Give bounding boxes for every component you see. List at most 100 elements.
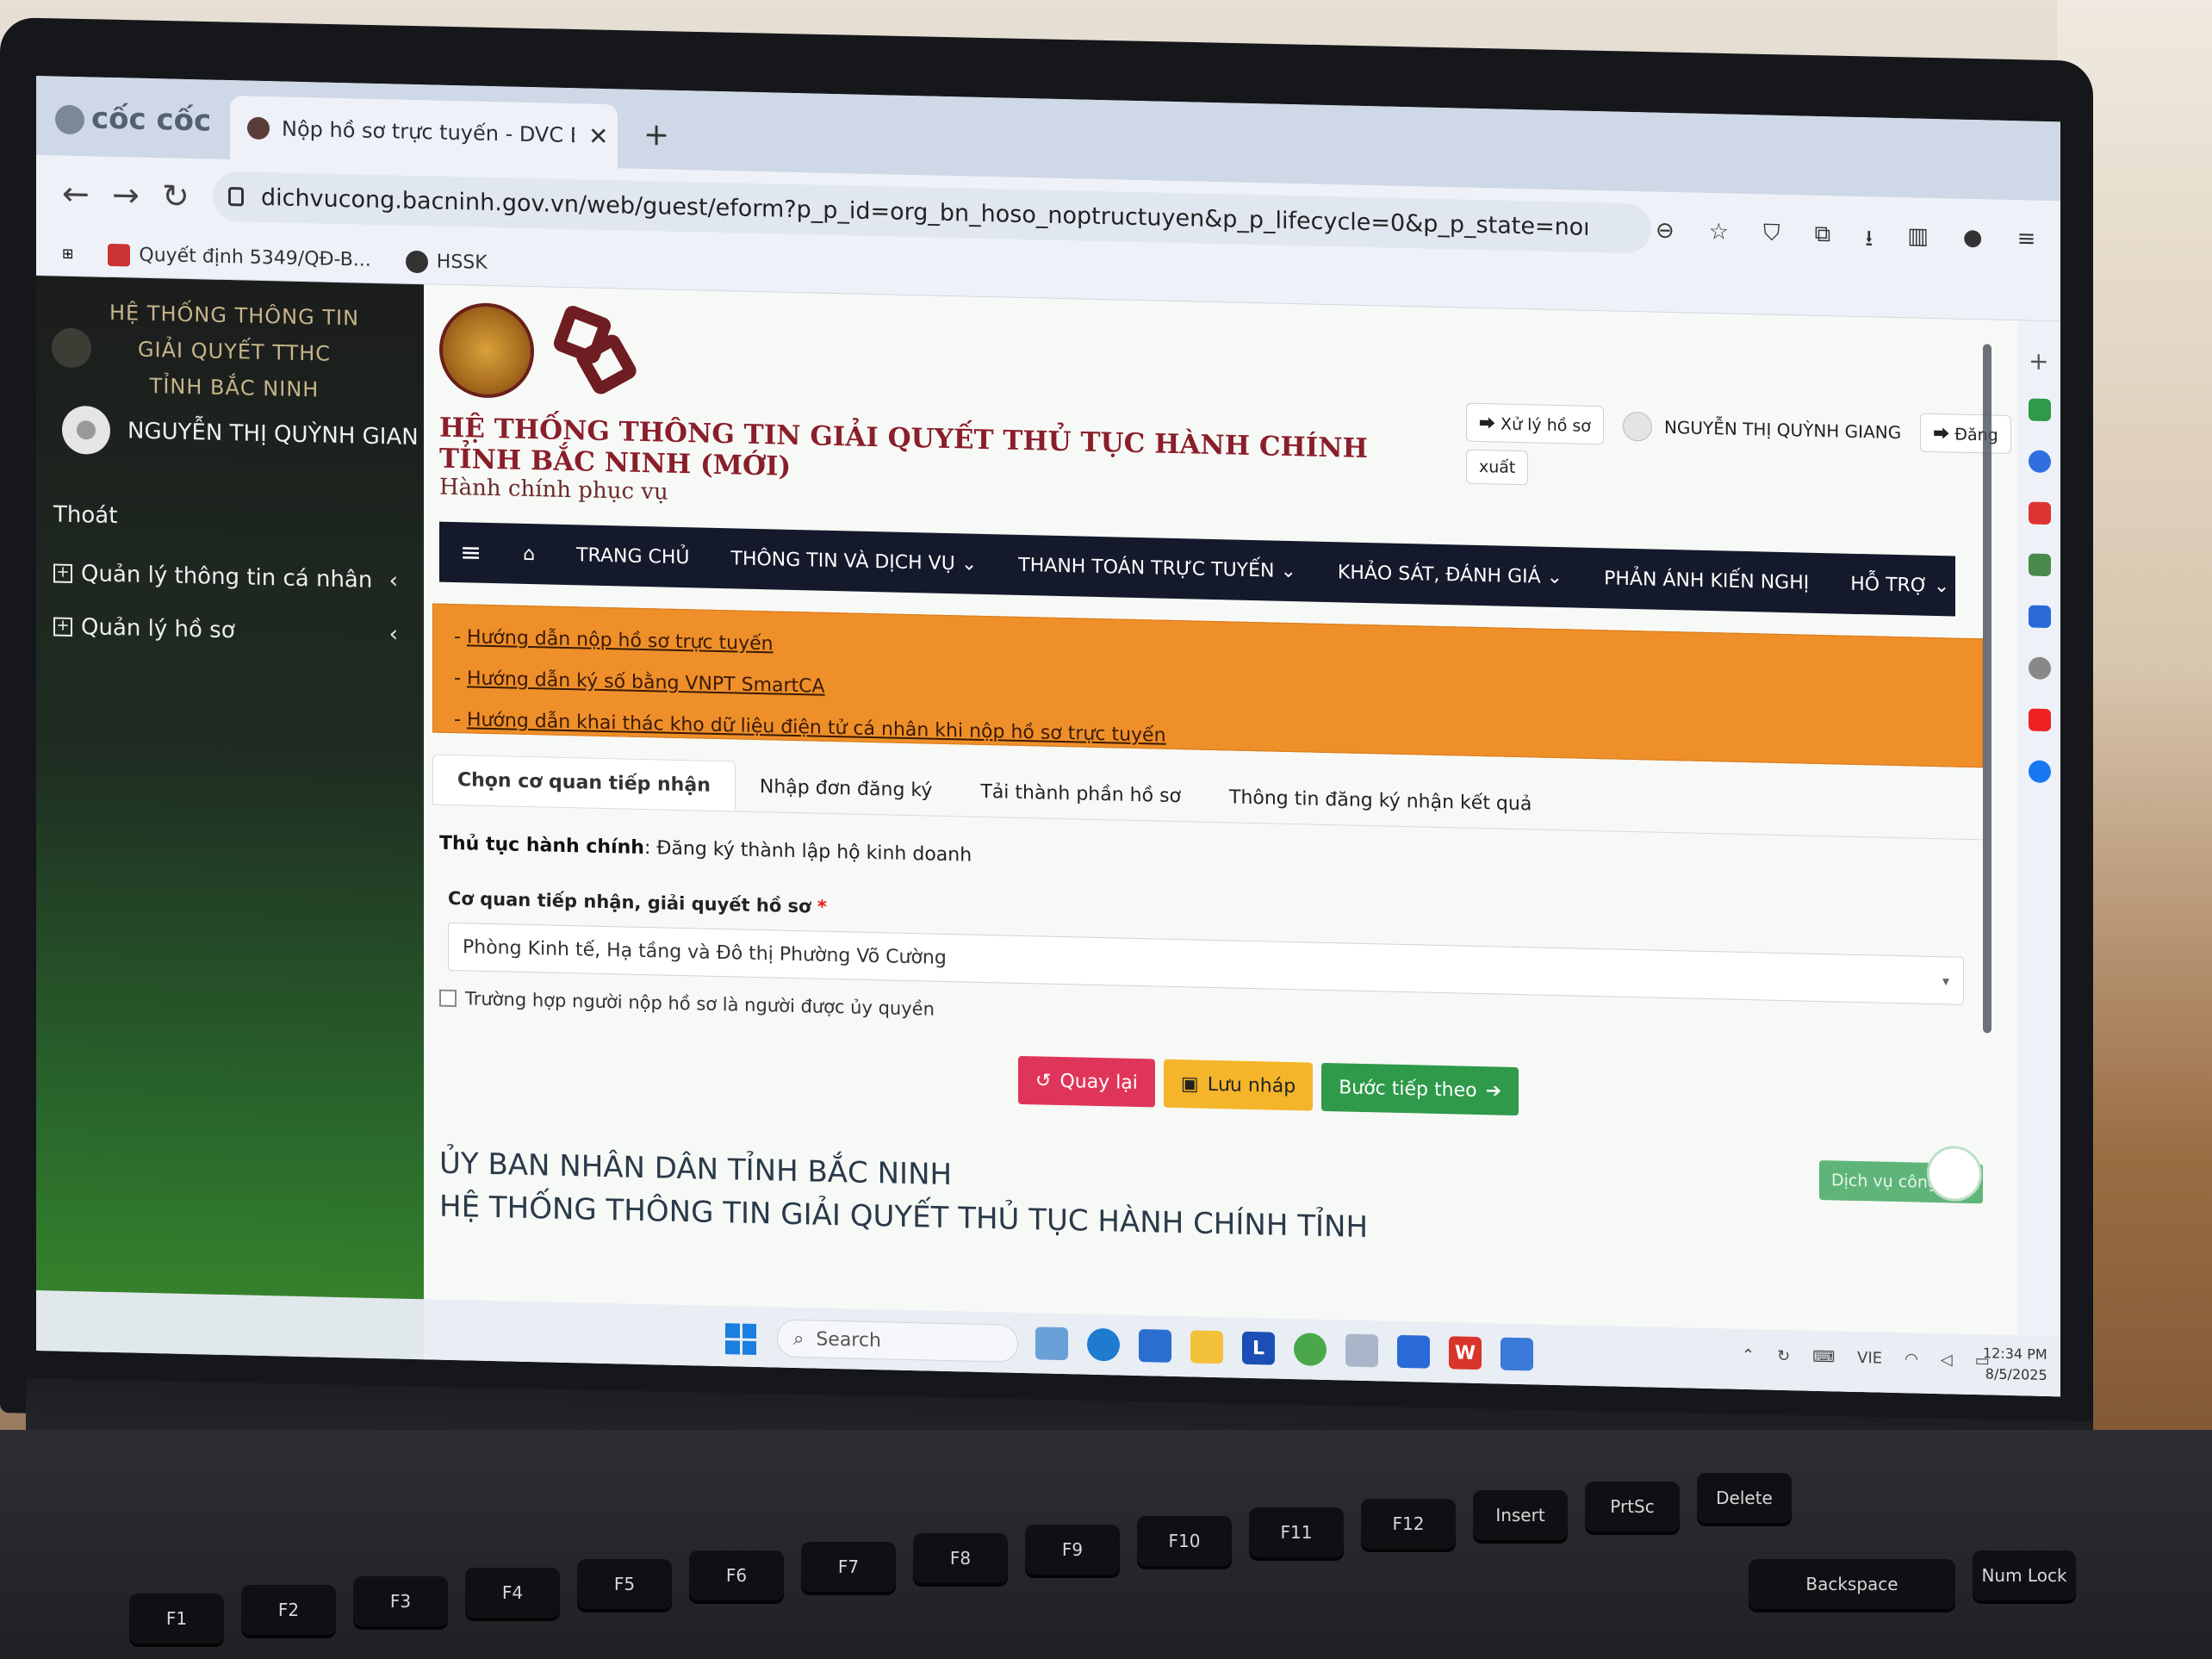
proxy-checkbox[interactable] bbox=[439, 989, 457, 1008]
header-user[interactable]: NGUYỄN THỊ QUỲNH GIANG bbox=[1622, 411, 1901, 446]
sync-icon[interactable]: ↻ bbox=[1777, 1347, 1790, 1365]
page-scrollbar[interactable] bbox=[1983, 344, 1991, 1034]
tab-close-icon[interactable]: ✕ bbox=[588, 121, 608, 151]
nav-feedback[interactable]: PHẢN ÁNH KIẾN NGHỊ bbox=[1604, 568, 1809, 593]
calendar-app-icon[interactable] bbox=[1501, 1337, 1533, 1371]
lock-icon[interactable] bbox=[228, 187, 244, 207]
taskbar-clock[interactable]: 12:34 PM 8/5/2025 bbox=[1983, 1343, 2047, 1386]
key-backspace: Backspace bbox=[1749, 1559, 1955, 1609]
apps-grid-icon[interactable]: ⊞ bbox=[62, 245, 73, 262]
bookmark-star-icon[interactable]: ☆ bbox=[1709, 219, 1729, 258]
chevron-down-icon: ⌄ bbox=[1540, 566, 1563, 588]
process-dossier-button[interactable]: ⮕ Xử lý hồ sơ bbox=[1466, 402, 1604, 445]
nav-info-services[interactable]: THÔNG TIN VÀ DỊCH VỤ ⌄ bbox=[731, 548, 978, 575]
wifi-icon[interactable]: ◠ bbox=[1904, 1350, 1918, 1368]
new-tab-button[interactable]: + bbox=[643, 117, 669, 153]
shield-icon[interactable]: ⛉ bbox=[1763, 221, 1780, 258]
messenger-icon[interactable] bbox=[2029, 450, 2051, 474]
agency-field-label: Cơ quan tiếp nhận, giải quyết hồ sơ * bbox=[448, 888, 827, 917]
tab-result-delivery[interactable]: Thông tin đăng ký nhận kết quả bbox=[1205, 772, 1556, 830]
edge-icon[interactable] bbox=[1087, 1327, 1120, 1362]
next-step-button[interactable]: Bước tiếp theo ➔ bbox=[1321, 1062, 1519, 1116]
extensions-icon[interactable]: ⧉ bbox=[1815, 221, 1831, 259]
zoom-icon[interactable]: ⊖ bbox=[1656, 218, 1675, 256]
proxy-checkbox-row[interactable]: Trường hợp người nộp hồ sơ là người được… bbox=[439, 988, 935, 1020]
zalo-icon[interactable] bbox=[1397, 1334, 1430, 1369]
key-f12: F12 bbox=[1361, 1499, 1456, 1549]
language-indicator[interactable]: VIE bbox=[1857, 1349, 1882, 1368]
undo-icon: ↺ bbox=[1035, 1069, 1052, 1092]
menu-icon[interactable]: ≡ bbox=[2017, 226, 2036, 264]
forward-arrow-icon[interactable]: → bbox=[112, 176, 140, 214]
main-nav: ≡ ⌂ TRANG CHỦ THÔNG TIN VÀ DỊCH VỤ ⌄ THA… bbox=[439, 521, 1955, 617]
taskbar-search-label: Search bbox=[816, 1328, 881, 1351]
chatbot-icon[interactable] bbox=[1927, 1145, 1982, 1202]
facebook-icon[interactable] bbox=[2029, 760, 2051, 784]
nav-survey[interactable]: KHẢO SÁT, ĐÁNH GIÁ ⌄ bbox=[1338, 562, 1563, 588]
save-draft-label: Lưu nháp bbox=[1207, 1073, 1296, 1097]
sidebar-item-personal-info[interactable]: + Quản lý thông tin cá nhân ‹ bbox=[53, 560, 398, 594]
github-icon bbox=[405, 250, 428, 273]
bookmark-label: HSSK bbox=[436, 251, 488, 274]
guide-link-data-store[interactable]: Hướng dẫn khai thác kho dữ liệu điện tử … bbox=[467, 709, 1166, 746]
back-arrow-icon[interactable]: ← bbox=[62, 175, 90, 214]
web-page: HỆ THỐNG THÔNG TIN GIẢI QUYẾT TTHC TỈNH … bbox=[36, 276, 2060, 1397]
widgets-icon[interactable] bbox=[1035, 1327, 1068, 1361]
file-explorer-icon[interactable] bbox=[1190, 1330, 1223, 1364]
nav-home[interactable]: TRANG CHỦ bbox=[576, 544, 689, 569]
tab-choose-agency[interactable]: Chọn cơ quan tiếp nhận bbox=[432, 754, 736, 811]
chevron-left-icon: ‹ bbox=[388, 621, 398, 648]
logout-button-wrap[interactable]: xuất bbox=[1466, 449, 1529, 486]
taskbar-search[interactable]: ⌕ Search bbox=[777, 1319, 1018, 1363]
profile-avatar-icon[interactable]: ● bbox=[1963, 225, 1983, 264]
download-icon[interactable]: ⭳ bbox=[1865, 222, 1873, 260]
hamburger-icon[interactable]: ≡ bbox=[460, 537, 482, 569]
coccoc-taskbar-icon[interactable] bbox=[1294, 1333, 1327, 1366]
chevron-left-icon: ‹ bbox=[388, 568, 398, 594]
sidebar-user[interactable]: NGUYỄN THỊ QUỲNH GIAN bbox=[62, 405, 419, 462]
add-icon[interactable]: + bbox=[2029, 346, 2051, 376]
browser-tab-active[interactable]: Nộp hồ sơ trực tuyến - DVC B ✕ bbox=[230, 96, 618, 169]
game-icon[interactable] bbox=[2029, 553, 2051, 577]
youtube-icon[interactable] bbox=[2029, 708, 2051, 732]
sidebar-logout-link[interactable]: Thoát bbox=[53, 501, 398, 535]
home-icon[interactable]: ⌂ bbox=[523, 543, 535, 564]
translate-icon[interactable] bbox=[2029, 605, 2051, 629]
save-draft-button[interactable]: ▣ Lưu nháp bbox=[1163, 1059, 1314, 1111]
procedure-info: Thủ tục hành chính: Đăng ký thành lập hộ… bbox=[439, 833, 972, 867]
bookmark-item[interactable]: HSSK bbox=[405, 250, 488, 274]
chatgpt-icon[interactable] bbox=[2029, 656, 2051, 680]
mail-icon[interactable] bbox=[2029, 501, 2051, 525]
agency-select-value: Phòng Kinh tế, Hạ tầng và Đô thị Phường … bbox=[463, 935, 947, 969]
back-button[interactable]: ↺ Quay lại bbox=[1018, 1055, 1155, 1108]
split-view-icon[interactable]: ▥ bbox=[1907, 223, 1929, 262]
province-logo bbox=[439, 301, 534, 400]
key-f11: F11 bbox=[1249, 1507, 1344, 1557]
nav-online-payment[interactable]: THANH TOÁN TRỰC TUYẾN ⌄ bbox=[1018, 554, 1296, 581]
app-icon[interactable] bbox=[1345, 1333, 1378, 1368]
guide-link-smartca[interactable]: Hướng dẫn ký số bằng VNPT SmartCA bbox=[467, 668, 825, 697]
guide-link-submit[interactable]: Hướng dẫn nộp hồ sơ trực tuyến bbox=[467, 626, 774, 655]
logout-button[interactable]: ⮕ Đăng bbox=[1920, 413, 2011, 455]
lark-icon[interactable]: L bbox=[1242, 1331, 1275, 1365]
bookmark-item[interactable]: Quyết định 5349/QĐ-B... bbox=[108, 243, 371, 271]
windows-start-icon[interactable] bbox=[725, 1323, 756, 1355]
volume-icon[interactable]: ◁ bbox=[1941, 1351, 1953, 1369]
keyboard-icon[interactable]: ⌨ bbox=[1812, 1348, 1835, 1367]
floppy-disk-icon: ▣ bbox=[1180, 1072, 1199, 1096]
ai-icon[interactable] bbox=[2029, 398, 2051, 422]
chevron-up-icon[interactable]: ⌃ bbox=[1742, 1346, 1755, 1364]
store-icon[interactable] bbox=[1139, 1329, 1171, 1363]
reload-icon[interactable]: ↻ bbox=[162, 177, 190, 215]
sidebar-item-label: Quản lý thông tin cá nhân bbox=[81, 561, 373, 593]
wps-icon[interactable]: W bbox=[1449, 1336, 1482, 1370]
laptop-screen: cốc cốc Nộp hồ sơ trực tuyến - DVC B ✕ +… bbox=[36, 76, 2060, 1397]
tab-application-form[interactable]: Nhập đơn đăng ký bbox=[736, 761, 957, 816]
sidebar-item-dossier-management[interactable]: + Quản lý hồ sơ ‹ bbox=[53, 613, 398, 648]
nav-label: HỖ TRỢ bbox=[1850, 573, 1928, 597]
header-logos bbox=[439, 301, 646, 401]
nav-support[interactable]: HỖ TRỢ ⌄ bbox=[1850, 573, 1949, 597]
key-delete: Delete bbox=[1697, 1473, 1792, 1523]
tab-upload-documents[interactable]: Tải thành phần hồ sơ bbox=[956, 766, 1205, 822]
next-step-label: Bước tiếp theo bbox=[1339, 1076, 1477, 1102]
